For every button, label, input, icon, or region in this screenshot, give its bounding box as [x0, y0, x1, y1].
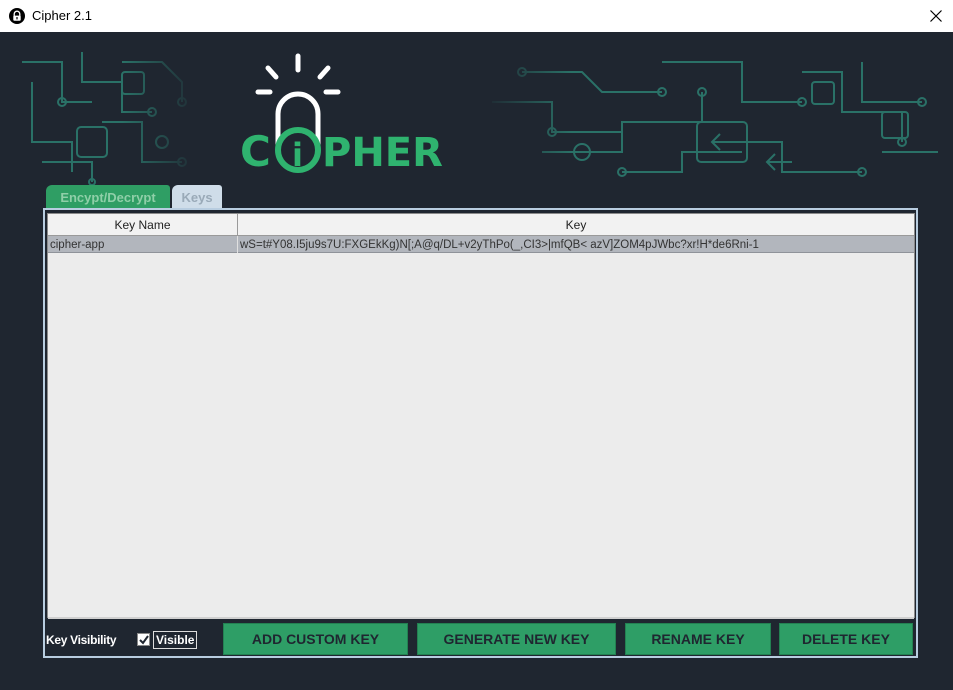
checkmark-icon — [138, 634, 149, 645]
key-value-cell[interactable]: wS=t#Y08.I5ju9s7U:FXGEkKg)N[;A@q/DL+v2yT… — [238, 236, 914, 253]
svg-text:PHER: PHER — [322, 130, 443, 176]
svg-text:C: C — [240, 127, 271, 176]
cipher-logo: C i PHER — [240, 53, 443, 176]
svg-text:i: i — [292, 136, 303, 174]
column-header-key[interactable]: Key — [238, 214, 914, 235]
delete-key-button[interactable]: DELETE KEY — [779, 623, 913, 655]
rename-key-button[interactable]: RENAME KEY — [625, 623, 771, 655]
close-button[interactable] — [919, 0, 953, 32]
visible-checkbox[interactable] — [137, 633, 150, 646]
table-scroll-edge — [48, 617, 914, 619]
table-row[interactable]: cipher-app wS=t#Y08.I5ju9s7U:FXGEkKg)N[;… — [48, 236, 914, 253]
title-bar: Cipher 2.1 — [0, 0, 953, 32]
table-header: Key Name Key — [48, 214, 914, 236]
key-name-cell[interactable]: cipher-app — [48, 236, 238, 253]
tab-keys[interactable]: Keys — [172, 185, 222, 209]
visible-checkbox-label[interactable]: Visible — [153, 631, 198, 649]
keys-table: Key Name Key cipher-app wS=t#Y08.I5ju9s7… — [47, 213, 915, 619]
key-actions-bar: Key Visibility Visible ADD CUSTOM KEY GE… — [45, 622, 916, 656]
close-icon — [930, 10, 942, 22]
key-visibility-label: Key Visibility — [46, 633, 117, 647]
add-custom-key-button[interactable]: ADD CUSTOM KEY — [223, 623, 408, 655]
tab-bar: Encypt/Decrypt Keys — [46, 185, 224, 209]
generate-new-key-button[interactable]: GENERATE NEW KEY — [417, 623, 616, 655]
tab-encrypt-decrypt[interactable]: Encypt/Decrypt — [46, 185, 170, 209]
keys-panel: Key Name Key cipher-app wS=t#Y08.I5ju9s7… — [43, 208, 918, 658]
header-banner: C i PHER — [22, 42, 938, 190]
lock-app-icon — [9, 8, 25, 24]
column-header-key-name[interactable]: Key Name — [48, 214, 238, 235]
window-title: Cipher 2.1 — [32, 8, 92, 23]
main-area: C i PHER Encypt/Decrypt Keys Key Name Ke… — [0, 32, 953, 690]
